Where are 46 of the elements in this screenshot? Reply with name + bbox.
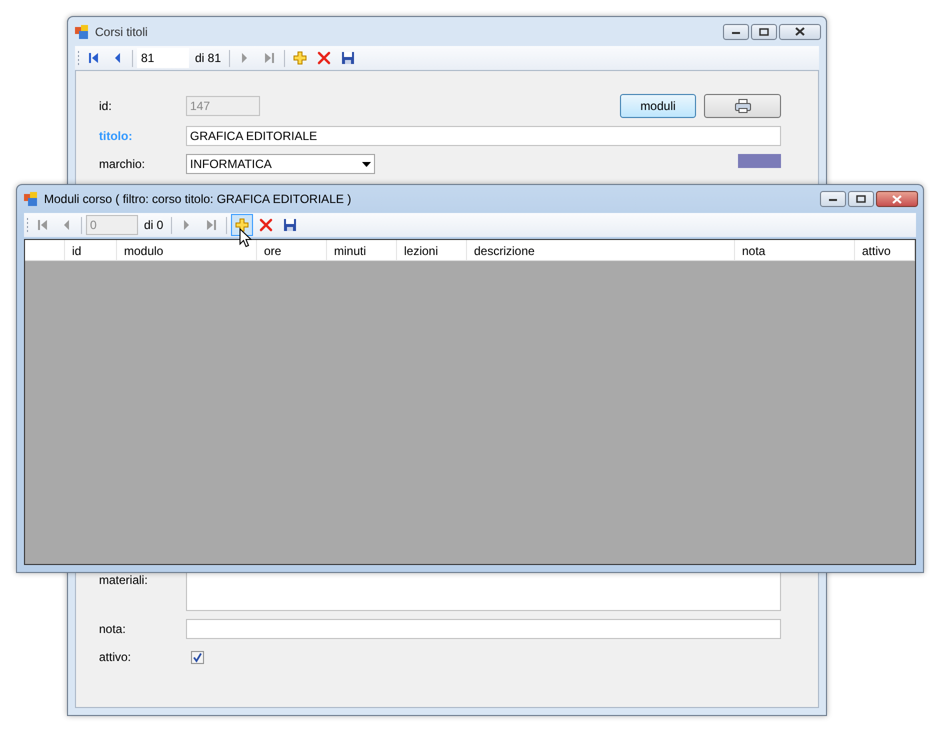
dropdown[interactable]: INFORMATICA — [186, 154, 375, 174]
column-header[interactable]: attivo — [855, 240, 915, 260]
column-header[interactable]: nota — [735, 240, 855, 260]
field-label: attivo: — [99, 650, 132, 664]
close-icon[interactable] — [795, 27, 805, 36]
triangle-left-icon[interactable] — [113, 52, 121, 64]
close-button[interactable] — [876, 191, 918, 207]
app-icon — [24, 192, 38, 206]
window-title: Moduli corso ( filtro: corso titolo: GRAFICA EDITORIALE ) — [44, 192, 352, 206]
column-header[interactable]: id — [65, 240, 117, 260]
field-label: marchio: — [99, 157, 146, 171]
plus-icon[interactable] — [235, 218, 250, 232]
maximize-icon[interactable] — [856, 195, 866, 203]
toolbar-grip — [77, 50, 80, 66]
caret-icon — [362, 162, 371, 166]
minimize-icon[interactable] — [828, 196, 838, 202]
column-header[interactable]: minuti — [327, 240, 397, 260]
minimize-button[interactable] — [723, 24, 749, 40]
skip-back-icon[interactable] — [88, 52, 98, 64]
checkbox[interactable] — [191, 650, 204, 664]
field-label: id: — [99, 99, 113, 113]
printer-icon[interactable] — [734, 99, 750, 113]
app-icon — [75, 24, 89, 38]
column-header[interactable]: ore — [257, 240, 327, 260]
plus-button[interactable] — [231, 214, 254, 236]
close-button[interactable] — [779, 24, 821, 40]
moduli-button[interactable]: moduli — [620, 94, 696, 118]
panel-block — [738, 154, 781, 168]
maximize-button[interactable] — [751, 24, 777, 40]
record-count: di 0 — [143, 218, 164, 232]
minimize-button[interactable] — [820, 191, 846, 207]
field-label: materiali: — [99, 572, 149, 587]
column-header[interactable]: lezioni — [397, 240, 467, 260]
column-header[interactable]: descrizione — [467, 240, 735, 260]
maximize-button[interactable] — [848, 191, 874, 207]
field-label: nota: — [99, 622, 127, 636]
input-field[interactable]: GRAFICA EDITORIALE — [186, 126, 781, 146]
window-title: Corsi titoli — [95, 24, 149, 38]
position-field[interactable]: 81 — [137, 48, 189, 68]
record-count: di 81 — [194, 51, 222, 65]
field-label: titolo: — [99, 129, 134, 143]
toolbar-grip — [26, 217, 29, 233]
print-button[interactable] — [704, 94, 781, 118]
text-area[interactable] — [186, 571, 781, 611]
maximize-icon[interactable] — [759, 28, 769, 36]
input-field[interactable] — [186, 619, 781, 639]
